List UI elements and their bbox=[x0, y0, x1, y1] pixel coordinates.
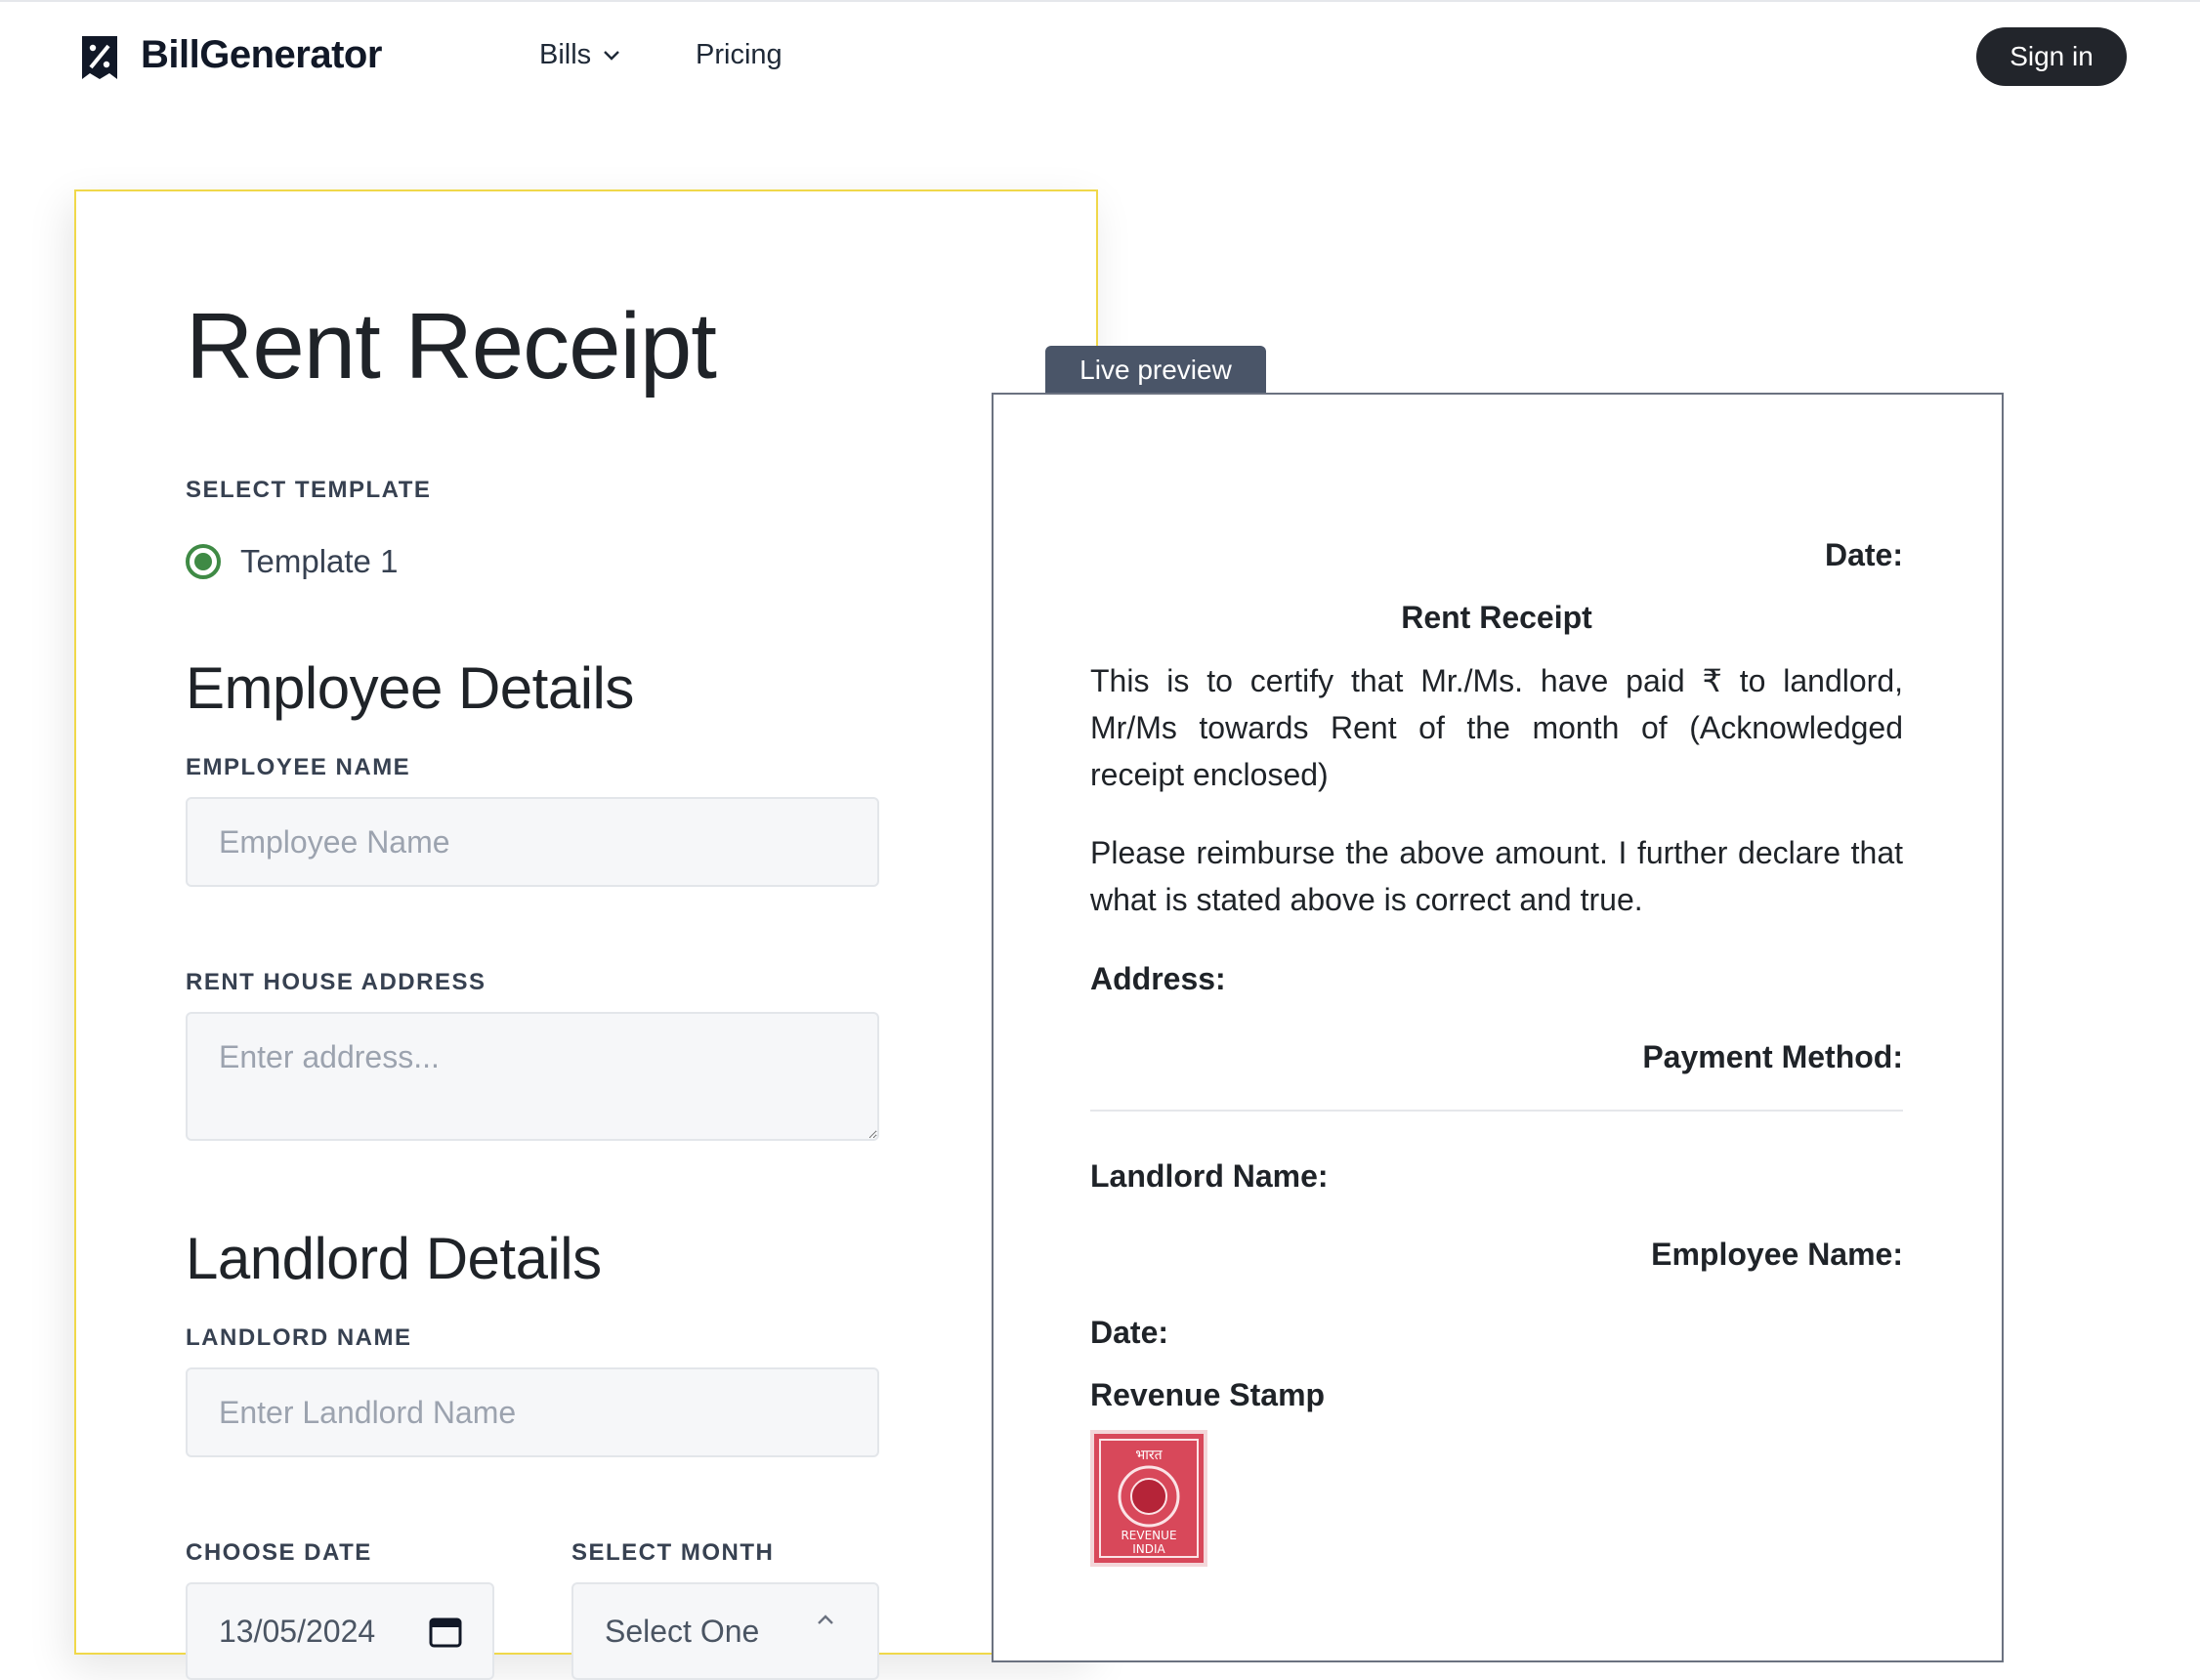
svg-text:भारत: भारत bbox=[1135, 1448, 1163, 1463]
preview-paragraph-2: Please reimburse the above amount. I fur… bbox=[1090, 835, 1903, 917]
preview-divider bbox=[1090, 1110, 1903, 1112]
preview-payment-method: Payment Method: bbox=[1642, 1039, 1903, 1074]
employee-name-label: EMPLOYEE NAME bbox=[186, 754, 411, 780]
chevron-down-icon bbox=[604, 50, 620, 61]
date-picker-input[interactable]: 13/05/2024 bbox=[186, 1582, 494, 1680]
chevron-up-icon bbox=[818, 1615, 833, 1624]
preview-employee-name: Employee Name: bbox=[1651, 1237, 1903, 1272]
choose-date-label: CHOOSE DATE bbox=[186, 1539, 372, 1566]
live-preview-tab: Live preview bbox=[1045, 346, 1266, 395]
month-value: Select One bbox=[605, 1614, 760, 1649]
site-header: BillGenerator Bills Pricing Sign in bbox=[0, 0, 2200, 115]
landlord-name-input[interactable] bbox=[186, 1367, 879, 1457]
sign-in-button[interactable]: Sign in bbox=[1976, 27, 2127, 86]
preview-date-2: Date: bbox=[1090, 1315, 1169, 1350]
page-title: Rent Receipt bbox=[186, 294, 717, 399]
svg-text:INDIA: INDIA bbox=[1132, 1542, 1165, 1556]
date-value: 13/05/2024 bbox=[219, 1614, 376, 1649]
nav-pricing-link[interactable]: Pricing bbox=[696, 39, 783, 71]
preview-paragraph-1: This is to certify that Mr./Ms. have pai… bbox=[1090, 663, 1903, 792]
preview-landlord-name: Landlord Name: bbox=[1090, 1158, 1329, 1194]
template-1-label: Template 1 bbox=[240, 543, 399, 579]
template-1-radio-option[interactable]: Template 1 bbox=[186, 543, 398, 580]
landlord-details-heading: Landlord Details bbox=[186, 1226, 602, 1291]
address-textarea[interactable] bbox=[186, 1012, 879, 1141]
nav-bills-label: Bills bbox=[539, 39, 592, 70]
employee-name-input[interactable] bbox=[186, 797, 879, 887]
preview-title: Rent Receipt bbox=[1401, 600, 1592, 635]
calendar-icon[interactable] bbox=[428, 1614, 463, 1649]
rent-house-address-label: RENT HOUSE ADDRESS bbox=[186, 969, 487, 995]
svg-text:REVENUE: REVENUE bbox=[1121, 1529, 1176, 1542]
landlord-name-label: LANDLORD NAME bbox=[186, 1324, 412, 1351]
logo-icon bbox=[82, 36, 117, 79]
preview-date: Date: bbox=[1824, 537, 1903, 572]
month-select[interactable]: Select One bbox=[571, 1582, 879, 1680]
select-month-label: SELECT MONTH bbox=[571, 1539, 775, 1566]
preview-revenue-stamp-label: Revenue Stamp bbox=[1090, 1377, 1326, 1412]
nav-bills-dropdown[interactable]: Bills bbox=[539, 39, 620, 71]
preview-address: Address: bbox=[1090, 961, 1226, 996]
select-template-label: SELECT TEMPLATE bbox=[186, 477, 432, 503]
employee-details-heading: Employee Details bbox=[186, 655, 634, 721]
radio-selected-icon[interactable] bbox=[186, 544, 221, 579]
revenue-stamp-image: भारत REVENUE INDIA bbox=[1090, 1430, 1207, 1567]
brand-name[interactable]: BillGenerator bbox=[141, 33, 382, 77]
